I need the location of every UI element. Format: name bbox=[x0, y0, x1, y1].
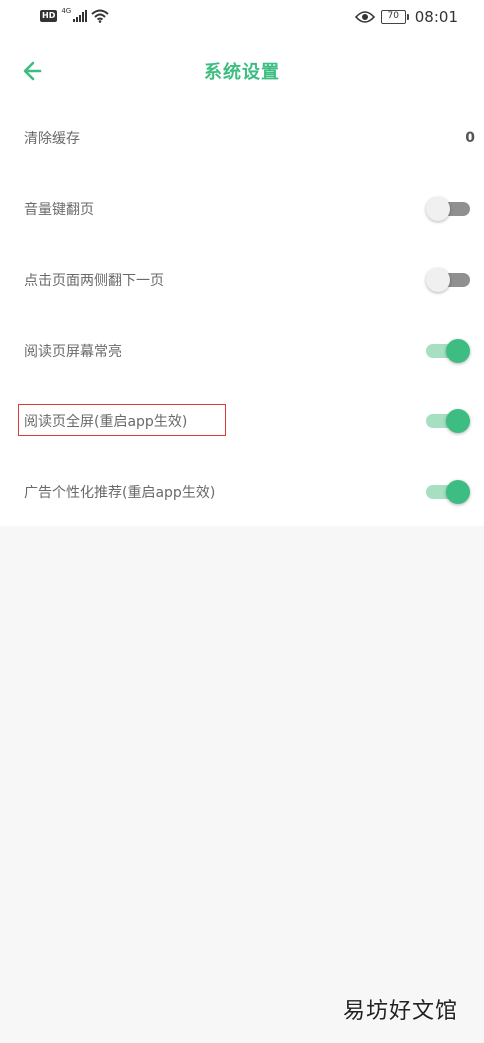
status-left: HD 4G bbox=[40, 7, 109, 23]
tap-sides-flip-toggle[interactable] bbox=[426, 267, 470, 293]
battery-indicator: 70 bbox=[380, 10, 409, 24]
setting-label: 点击页面两侧翻下一页 bbox=[24, 273, 164, 289]
status-right: 70 08:01 bbox=[354, 8, 458, 26]
setting-volume-key-flip: 音量键翻页 bbox=[0, 184, 484, 234]
eye-icon bbox=[354, 11, 375, 23]
clock: 08:01 bbox=[414, 8, 458, 26]
battery-level: 70 bbox=[380, 10, 406, 24]
setting-label: 清除缓存 bbox=[24, 131, 80, 147]
cache-size-value: 0 bbox=[465, 130, 475, 146]
setting-label: 阅读页屏幕常亮 bbox=[24, 344, 122, 360]
setting-screen-always-on: 阅读页屏幕常亮 bbox=[0, 326, 484, 376]
toggle-knob bbox=[446, 409, 470, 433]
setting-tap-sides-flip: 点击页面两侧翻下一页 bbox=[0, 255, 484, 305]
fullscreen-reading-toggle[interactable] bbox=[426, 408, 470, 434]
screen-always-on-toggle[interactable] bbox=[426, 338, 470, 364]
setting-label: 广告个性化推荐(重启app生效) bbox=[24, 485, 216, 501]
toggle-knob bbox=[426, 268, 450, 292]
toggle-knob bbox=[446, 339, 470, 363]
toggle-knob bbox=[426, 197, 450, 221]
battery-tip bbox=[406, 14, 409, 20]
toggle-knob bbox=[446, 480, 470, 504]
watermark-text: 易坊好文馆 bbox=[342, 999, 458, 1024]
setting-clear-cache[interactable]: 清除缓存 0 bbox=[0, 113, 484, 163]
network-type: 4G bbox=[61, 7, 72, 15]
wifi-icon bbox=[91, 9, 109, 23]
app-header: 系统设置 bbox=[0, 44, 484, 96]
setting-personalized-ads: 广告个性化推荐(重启app生效) bbox=[0, 467, 484, 517]
volume-key-flip-toggle[interactable] bbox=[426, 196, 470, 222]
page-title: 系统设置 bbox=[204, 62, 280, 83]
hd-badge: HD bbox=[40, 10, 58, 22]
signal-icon bbox=[73, 10, 88, 22]
highlight-annotation-box bbox=[18, 404, 226, 436]
personalized-ads-toggle[interactable] bbox=[426, 479, 470, 505]
status-bar: HD 4G 70 08:01 bbox=[0, 0, 484, 36]
setting-label: 音量键翻页 bbox=[24, 202, 94, 218]
